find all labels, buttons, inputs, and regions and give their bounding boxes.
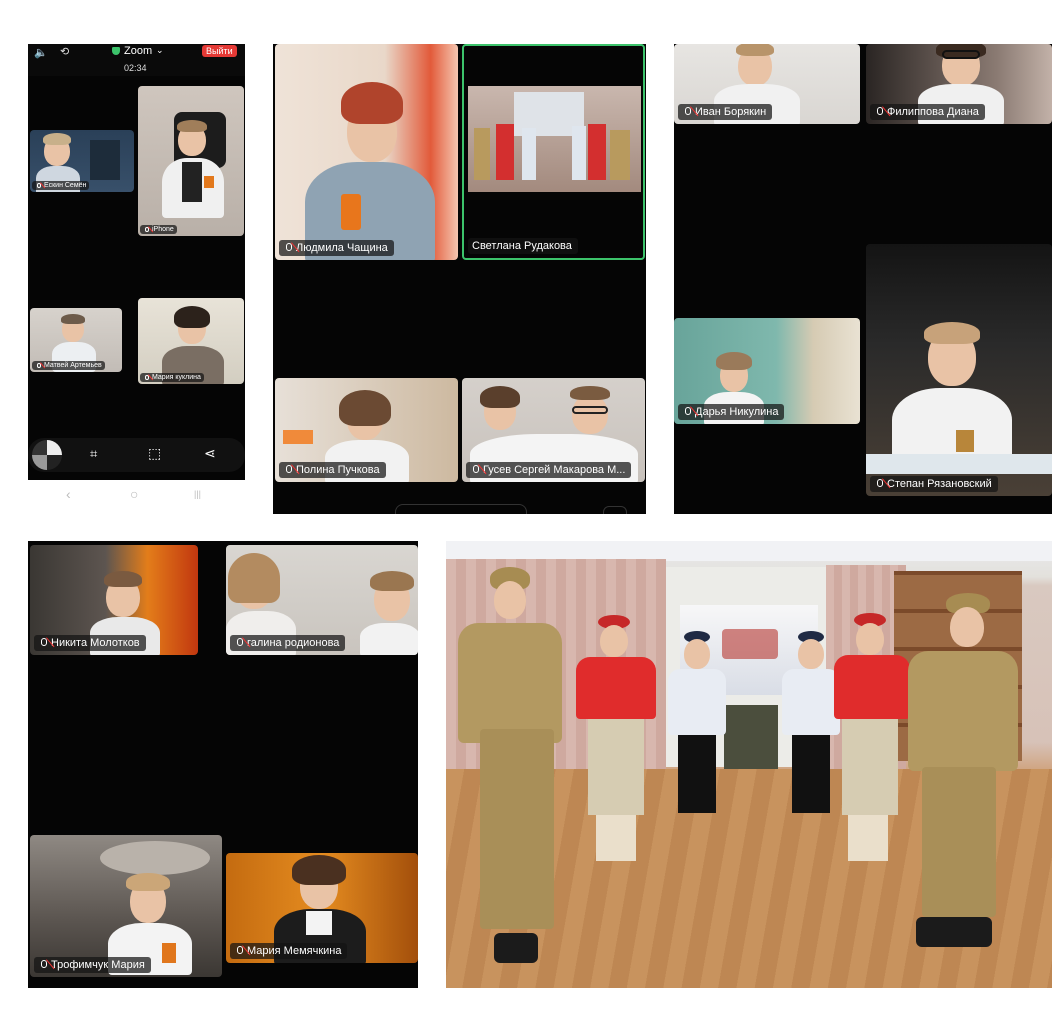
screenshot-icon[interactable]: ⬚ <box>148 445 161 462</box>
participant-name: Гусев Сергей Макарова М... <box>466 462 632 478</box>
mic-muted-icon <box>470 465 480 475</box>
mic-muted-icon <box>283 465 293 475</box>
mic-muted-icon <box>38 960 48 970</box>
participant-name: галина родионова <box>230 635 346 651</box>
participant-name: Ескин Семён <box>32 181 90 190</box>
participant-name: Дарья Никулина <box>678 404 785 420</box>
page-dot[interactable] <box>603 506 627 514</box>
mic-muted-icon <box>682 107 692 117</box>
video-tile[interactable]: Степан Рязановский <box>866 244 1052 496</box>
participant-name: Иван Борякин <box>678 104 773 120</box>
table <box>724 705 778 779</box>
participant-name: Матвей Артемьев <box>32 361 105 370</box>
mic-muted-icon <box>682 407 692 417</box>
bottom-indicator <box>395 504 527 514</box>
speaker-icon[interactable]: 🔈 <box>34 46 48 59</box>
chevron-down-icon[interactable]: ⌄ <box>156 45 164 56</box>
video-tile[interactable]: Никита Молотков <box>30 545 198 655</box>
video-tile[interactable]: Людмила Чащина <box>275 44 458 260</box>
mic-muted-icon <box>874 107 884 117</box>
participant-name: Никита Молотков <box>34 635 146 651</box>
video-tile[interactable]: Мария куклина <box>138 298 244 384</box>
back-button[interactable]: ‹ <box>66 486 71 502</box>
video-tile[interactable]: Филиппова Диана <box>866 44 1052 124</box>
zoom-gallery-panel: Никита Молотков галина родионова Трофимч… <box>28 541 418 988</box>
video-tile[interactable]: Полина Пучкова <box>275 378 458 482</box>
shield-icon <box>112 47 120 55</box>
mic-muted-icon <box>234 946 244 956</box>
app-title[interactable]: Zoom <box>124 45 152 57</box>
mic-muted-icon <box>35 362 41 369</box>
thumbnail-preview[interactable] <box>32 440 62 470</box>
video-tile[interactable]: Мария Мемячкина <box>226 853 418 963</box>
participant-name: Трофимчук Мария <box>34 957 151 973</box>
mic-muted-icon <box>38 638 48 648</box>
cadets-photo <box>446 541 1052 988</box>
home-button[interactable]: ○ <box>130 486 138 502</box>
zoom-gallery-panel: Иван Борякин Филиппова Диана Дарья Никул… <box>674 44 1052 514</box>
screenshot-toolbar: ⌗ ⬚ ⋖ <box>28 438 245 472</box>
mic-muted-icon <box>143 226 149 233</box>
ceiling <box>446 541 1052 561</box>
top-bar: 🔈 ⟲ Zoom ⌄ Выйти 02:34 <box>28 44 245 76</box>
android-nav-bar: ‹ ○ ||| <box>28 480 245 514</box>
phone-zoom-screenshot: 🔈 ⟲ Zoom ⌄ Выйти 02:34 Ескин Семён iPhon… <box>28 44 245 514</box>
video-tile-active-speaker[interactable]: Светлана Рудакова <box>462 44 645 260</box>
participant-name: Мария куклина <box>140 373 204 382</box>
participant-name: Светлана Рудакова <box>468 238 578 254</box>
participant-name: iPhone <box>140 225 177 234</box>
video-tile[interactable]: iPhone <box>138 86 244 236</box>
leave-button[interactable]: Выйти <box>202 45 237 57</box>
video-tile[interactable]: Ескин Семён <box>30 130 134 192</box>
recent-apps-button[interactable]: ||| <box>194 489 201 499</box>
participant-face <box>572 394 608 434</box>
video-tile[interactable]: Трофимчук Мария <box>30 835 222 977</box>
video-tile[interactable]: Дарья Никулина <box>674 318 860 424</box>
participant-name: Степан Рязановский <box>870 476 998 492</box>
mic-muted-icon <box>143 374 149 381</box>
video-tile[interactable]: Иван Борякин <box>674 44 860 124</box>
participant-name: Филиппова Диана <box>870 104 985 120</box>
mic-muted-icon <box>874 479 884 489</box>
participant-name: Мария Мемячкина <box>230 943 348 959</box>
mic-muted-icon <box>283 243 293 253</box>
participant-name: Людмила Чащина <box>279 240 394 256</box>
video-tile[interactable]: Гусев Сергей Макарова М... <box>462 378 645 482</box>
meeting-timer: 02:34 <box>124 63 147 73</box>
crop-icon[interactable]: ⋖ <box>204 445 216 462</box>
camera-switch-icon[interactable]: ⟲ <box>60 45 69 58</box>
zoom-gallery-panel: Людмила Чащина Светлана Рудакова Полина … <box>273 44 646 514</box>
video-tile[interactable]: галина родионова <box>226 545 418 655</box>
participant-name: Полина Пучкова <box>279 462 386 478</box>
mic-muted-icon <box>234 638 244 648</box>
video-tile[interactable]: Матвей Артемьев <box>30 308 122 372</box>
record-icon[interactable]: ⌗ <box>90 446 97 462</box>
mic-muted-icon <box>35 182 41 189</box>
